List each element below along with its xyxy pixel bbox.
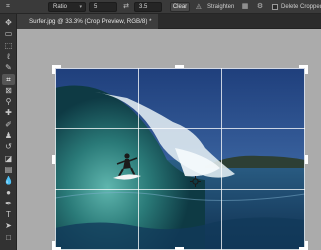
grid-line	[55, 128, 305, 129]
lasso-tool-icon[interactable]: ℓ	[2, 51, 15, 62]
frame-tool-icon[interactable]: ⊠	[2, 85, 15, 96]
type-tool-icon[interactable]: T	[2, 209, 15, 220]
crop-handle-bottom-left[interactable]	[52, 241, 55, 250]
delete-cropped-checkbox[interactable]	[272, 4, 278, 10]
delete-cropped-label: Delete Cropped Pi	[281, 4, 321, 10]
clone-stamp-tool-icon[interactable]: ♟	[2, 130, 15, 141]
brush-tool-icon[interactable]: ✐	[2, 119, 15, 130]
surfer-photo[interactable]	[55, 68, 305, 250]
crop-preset-icon[interactable]: ⌗	[2, 2, 14, 12]
history-brush-tool-icon[interactable]: ↺	[2, 141, 15, 152]
crop-handle-left[interactable]	[52, 155, 55, 164]
eraser-tool-icon[interactable]: ◪	[2, 153, 15, 164]
crop-handle-right[interactable]	[305, 155, 308, 164]
dodge-tool-icon[interactable]: ●	[2, 187, 15, 198]
straighten-icon[interactable]: ◬	[194, 2, 204, 12]
blur-tool-icon[interactable]: 💧	[2, 175, 15, 186]
gradient-tool-icon[interactable]: ▤	[2, 164, 15, 175]
chevron-down-icon: ▾	[79, 4, 82, 10]
gear-icon[interactable]: ⚙	[255, 2, 265, 12]
crop-handle-bottom-right[interactable]	[305, 241, 308, 250]
marquee-tool-icon[interactable]: ⬚	[2, 40, 15, 51]
canvas-workspace	[17, 29, 321, 250]
grid-overlay-icon[interactable]: ▦	[240, 2, 250, 12]
grid-line	[55, 189, 305, 190]
document-title: Surfer.jpg @ 33.3% (Crop Preview, RGB/8)…	[29, 18, 152, 25]
healing-brush-tool-icon[interactable]: ✚	[2, 107, 15, 118]
crop-handle-top-right[interactable]	[305, 65, 308, 74]
grid-line	[221, 68, 222, 250]
crop-tool-icon[interactable]: ⌗	[2, 73, 15, 85]
tools-panel: ✥ ▭ ⬚ ℓ ✎ ⌗ ⊠ ⚲ ✚ ✐ ♟ ↺ ◪ ▤ 💧 ● ✒ T ➤ □	[0, 14, 17, 250]
height-ratio-input[interactable]: 3.5	[134, 2, 162, 12]
ratio-select[interactable]: Ratio ▾	[48, 2, 86, 12]
width-ratio-input[interactable]: 5	[89, 2, 117, 12]
crop-handle-top[interactable]	[175, 65, 184, 68]
surfer-image	[55, 68, 305, 250]
document-tab[interactable]: Surfer.jpg @ 33.3% (Crop Preview, RGB/8)…	[17, 14, 158, 29]
move-tool-icon[interactable]: ✥	[2, 17, 15, 28]
crop-center-reticle-icon[interactable]	[190, 176, 201, 187]
straighten-label[interactable]: Straighten	[207, 3, 234, 11]
rectangle-tool-icon[interactable]: □	[2, 232, 15, 243]
artboard-tool-icon[interactable]: ▭	[2, 28, 15, 39]
options-bar: ⌗ Ratio ▾ 5 ⇄ 3.5 Clear ◬ Straighten ▦ ⚙…	[0, 0, 321, 14]
swap-arrows-icon[interactable]: ⇄	[121, 2, 131, 12]
path-selection-tool-icon[interactable]: ➤	[2, 220, 15, 231]
quick-select-tool-icon[interactable]: ✎	[2, 62, 15, 73]
pen-tool-icon[interactable]: ✒	[2, 198, 15, 209]
document-tab-bar: Surfer.jpg @ 33.3% (Crop Preview, RGB/8)…	[17, 14, 321, 29]
clear-button[interactable]: Clear	[170, 2, 190, 12]
ratio-select-label: Ratio	[53, 4, 68, 10]
eyedropper-tool-icon[interactable]: ⚲	[2, 96, 15, 107]
grid-line	[138, 68, 139, 250]
crop-handle-top-left[interactable]	[52, 65, 55, 74]
